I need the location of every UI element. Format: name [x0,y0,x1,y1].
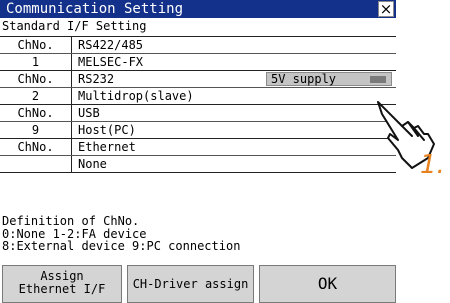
channel-value-row[interactable]: 1 MELSEC-FX [0,54,396,70]
title-bar: Communication Setting × [0,0,396,18]
interface-name: RS232 [78,72,115,86]
channel-value-row[interactable]: None [0,156,396,172]
driver-name: MELSEC-FX [78,55,144,69]
channel-header-row: ChNo. RS422/485 [0,37,396,54]
ch-label: ChNo. [0,37,72,53]
step-number-label: 1. [420,150,445,180]
channel-group-rs232: ChNo. RS232 5V supply 2 Multidrop(slave) [0,70,396,104]
button-label-line: Ethernet I/F [18,282,106,296]
channel-value-row[interactable]: 2 Multidrop(slave) [0,88,396,104]
section-title: Standard I/F Setting [2,19,147,33]
ch-number[interactable]: 2 [0,88,72,104]
ch-driver-assign-button[interactable]: CH-Driver assign [127,265,254,303]
channel-group-rs422: ChNo. RS422/485 1 MELSEC-FX [0,36,396,70]
ch-number[interactable]: 1 [0,54,72,70]
ch-label: ChNo. [0,139,72,155]
close-icon: × [379,0,393,18]
driver-name: Host(PC) [78,123,136,137]
channel-value-row[interactable]: 9 Host(PC) [0,122,396,138]
toggle-indicator [370,76,386,83]
interface-name: USB [78,106,100,120]
interface-name: RS422/485 [78,38,144,52]
channel-header-row: ChNo. USB [0,105,396,122]
channel-header-row: ChNo. RS232 5V supply [0,71,396,88]
definition-line: 8:External device 9:PC connection [2,239,241,253]
ch-number[interactable]: 9 [0,122,72,138]
interface-name: Ethernet [78,140,136,154]
close-button[interactable]: × [378,1,394,17]
window-title: Communication Setting [6,1,184,17]
channel-group-usb: ChNo. USB 9 Host(PC) [0,104,396,138]
5v-supply-label: 5V supply [271,72,337,86]
driver-name: Multidrop(slave) [78,89,194,103]
ch-number[interactable] [0,156,72,172]
ch-label: ChNo. [0,105,72,121]
channel-table: ChNo. RS422/485 1 MELSEC-FX ChNo. RS232 … [0,36,396,173]
driver-name: None [78,157,107,171]
5v-supply-toggle[interactable]: 5V supply [266,72,392,86]
communication-setting-window: Communication Setting × Standard I/F Set… [0,0,396,303]
assign-ethernet-button[interactable]: Assign Ethernet I/F [2,265,122,303]
ok-button[interactable]: OK [259,265,396,303]
ch-label: ChNo. [0,71,72,87]
channel-group-ethernet: ChNo. Ethernet None [0,138,396,173]
channel-definition: Definition of ChNo. 0:None 1-2:FA device… [2,215,240,253]
definition-line: Definition of ChNo. [2,214,140,228]
channel-header-row: ChNo. Ethernet [0,139,396,156]
